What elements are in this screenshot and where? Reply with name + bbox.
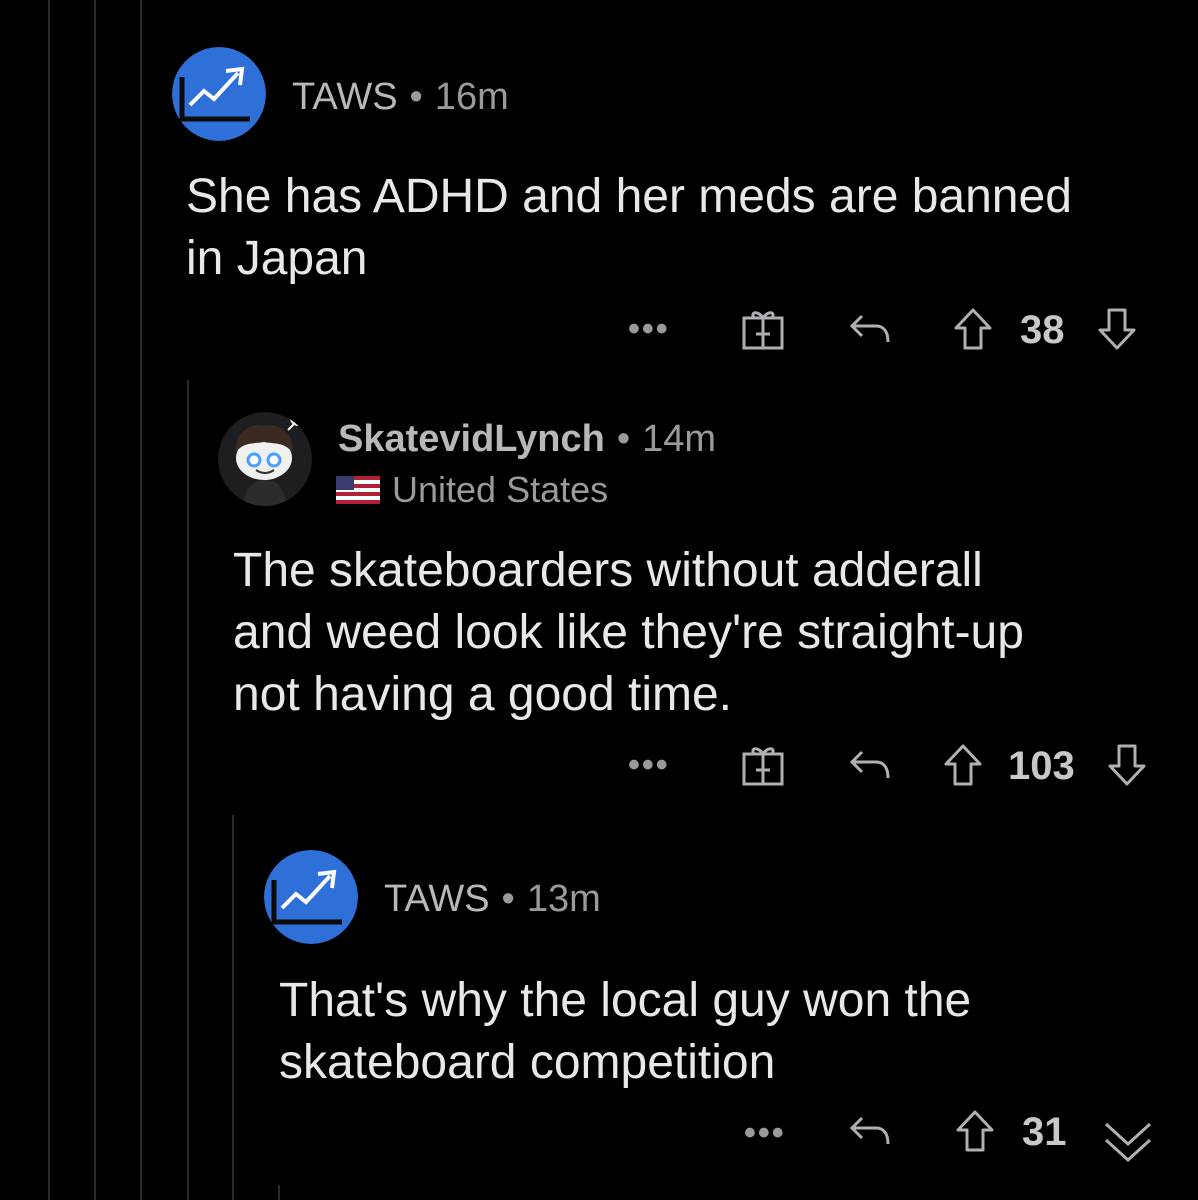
username[interactable]: TAWS bbox=[292, 76, 398, 118]
comment-line: skateboard competition bbox=[279, 1036, 776, 1089]
collapse-chevron-icon[interactable] bbox=[1100, 1114, 1156, 1170]
thread-line-6[interactable] bbox=[278, 1185, 280, 1200]
snoo-avatar-icon bbox=[218, 412, 312, 506]
award-gift-icon[interactable] bbox=[740, 742, 786, 788]
upvote-icon[interactable] bbox=[950, 306, 996, 352]
reply-icon[interactable] bbox=[846, 742, 892, 788]
thread-line-2[interactable] bbox=[94, 0, 96, 1200]
timestamp: 16m bbox=[434, 76, 509, 118]
comment-body: She has ADHD and her meds are banned in … bbox=[186, 166, 1072, 290]
award-gift-icon[interactable] bbox=[740, 306, 786, 352]
separator-dot: • bbox=[616, 418, 631, 460]
separator-dot: • bbox=[409, 76, 423, 118]
comment-line: She has ADHD and her meds are banned bbox=[186, 170, 1072, 223]
more-options-icon[interactable]: ••• bbox=[744, 1116, 786, 1150]
comment-body: The skateboarders without adderall and w… bbox=[233, 540, 1024, 726]
flair-text: United States bbox=[392, 469, 609, 510]
more-options-icon[interactable]: ••• bbox=[628, 312, 670, 346]
separator-dot: • bbox=[501, 878, 515, 920]
timestamp: 13m bbox=[526, 878, 601, 920]
comment-body: That's why the local guy won the skatebo… bbox=[279, 970, 971, 1094]
avatar[interactable] bbox=[264, 850, 358, 944]
comment-line: and weed look like they're straight-up bbox=[233, 606, 1024, 659]
downvote-icon[interactable] bbox=[1104, 742, 1150, 788]
thread-line-1[interactable] bbox=[48, 0, 50, 1200]
vote-score: 38 bbox=[1020, 308, 1065, 352]
stock-chart-avatar-icon bbox=[172, 47, 266, 141]
username[interactable]: TAWS bbox=[384, 878, 490, 920]
stock-chart-avatar-icon bbox=[264, 850, 358, 944]
timestamp: 14m bbox=[642, 418, 717, 460]
upvote-icon[interactable] bbox=[952, 1108, 998, 1154]
comment-line: The skateboarders without adderall bbox=[233, 544, 983, 597]
comment-line: That's why the local guy won the bbox=[279, 974, 972, 1027]
avatar[interactable] bbox=[172, 47, 266, 141]
user-flair: United States bbox=[336, 472, 608, 508]
username[interactable]: SkatevidLynch bbox=[338, 418, 605, 460]
more-options-icon[interactable]: ••• bbox=[628, 748, 670, 782]
vote-score: 31 bbox=[1022, 1110, 1067, 1154]
reply-icon[interactable] bbox=[846, 306, 892, 352]
comment-meta: TAWS • 13m bbox=[384, 880, 601, 918]
upvote-icon[interactable] bbox=[940, 742, 986, 788]
downvote-icon[interactable] bbox=[1094, 306, 1140, 352]
comment-line: not having a good time. bbox=[233, 668, 733, 721]
comment-line: in Japan bbox=[186, 232, 368, 285]
thread-line-4[interactable] bbox=[187, 380, 189, 1200]
avatar[interactable] bbox=[218, 412, 312, 506]
comment-meta: SkatevidLynch • 14m bbox=[338, 420, 716, 458]
us-flag-icon bbox=[336, 476, 380, 504]
vote-score: 103 bbox=[1008, 744, 1075, 788]
thread-line-5[interactable] bbox=[232, 815, 234, 1200]
comment-meta: TAWS • 16m bbox=[292, 78, 509, 116]
thread-line-3[interactable] bbox=[140, 0, 142, 1200]
reply-icon[interactable] bbox=[846, 1108, 892, 1154]
